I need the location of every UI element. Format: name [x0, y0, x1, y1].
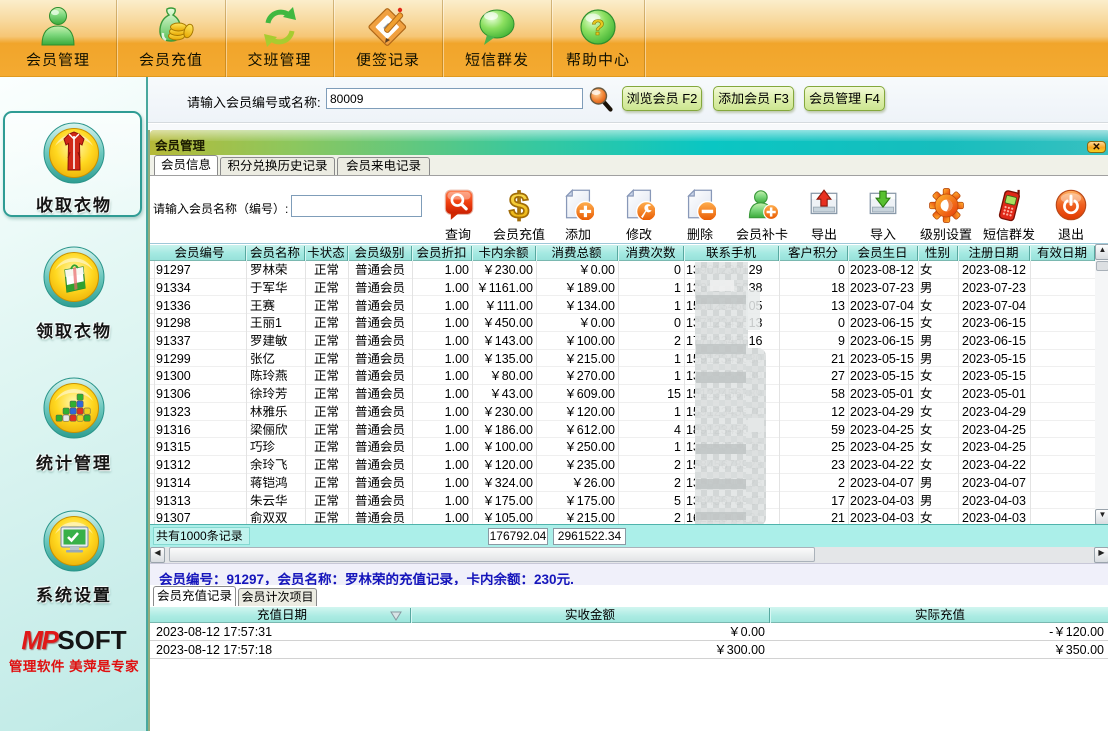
svg-text:?: ? [591, 15, 604, 40]
svg-text:$: $ [509, 188, 529, 222]
